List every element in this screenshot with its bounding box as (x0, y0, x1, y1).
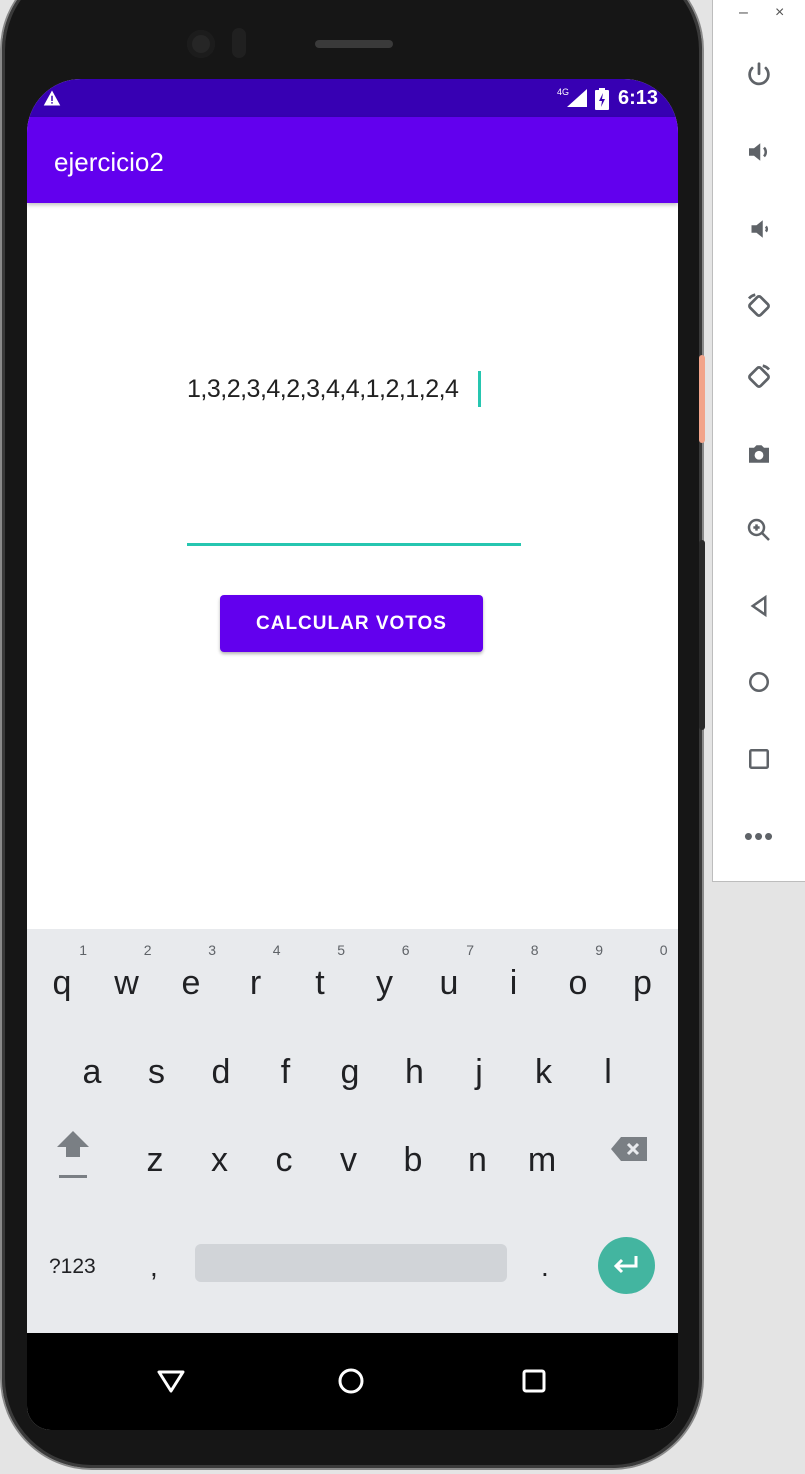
shift-icon (57, 1131, 89, 1178)
overview-icon[interactable] (739, 739, 779, 779)
navigation-bar (27, 1333, 678, 1430)
volume-up-icon[interactable] (739, 132, 779, 172)
soft-keyboard: 1q2w3e4r5t6y7u8i9o0p asdfghjkl zxcvbnm ?… (27, 929, 678, 1333)
key-n[interactable]: n (447, 1141, 509, 1180)
key-hint: 2 (143, 942, 152, 958)
result-input-underline[interactable] (187, 543, 521, 546)
key-f[interactable]: f (255, 1053, 317, 1092)
key-label: e (181, 964, 201, 1002)
close-button[interactable]: × (775, 4, 784, 22)
key-hint: 5 (337, 942, 345, 958)
key-m[interactable]: m (511, 1141, 573, 1180)
text-cursor (478, 371, 481, 407)
key-hint: 7 (466, 942, 474, 958)
symbols-key[interactable]: ?123 (49, 1255, 96, 1279)
enter-icon (613, 1255, 637, 1273)
zoom-icon[interactable] (739, 510, 779, 550)
key-label: w (114, 964, 139, 1002)
key-a[interactable]: a (61, 1053, 123, 1092)
key-g[interactable]: g (319, 1053, 381, 1092)
camera-icon[interactable] (739, 434, 779, 474)
key-label: u (439, 964, 459, 1002)
speaker-grille (315, 40, 393, 48)
app-bar: ejercicio2 (27, 117, 678, 203)
back-icon[interactable] (739, 586, 779, 626)
key-c[interactable]: c (253, 1141, 315, 1180)
key-k[interactable]: k (513, 1053, 575, 1092)
nav-back-icon[interactable] (149, 1359, 193, 1403)
key-hint: 9 (595, 942, 603, 958)
key-s[interactable]: s (126, 1053, 188, 1092)
comma-key[interactable]: , (150, 1251, 158, 1283)
volume-down-icon[interactable] (739, 209, 779, 249)
key-label: y (376, 964, 393, 1002)
power-icon[interactable] (739, 55, 779, 95)
key-r[interactable]: 4r (225, 942, 287, 1003)
key-t[interactable]: 5t (289, 942, 351, 1003)
key-i[interactable]: 8i (483, 942, 545, 1003)
key-hint: 1 (79, 942, 87, 958)
status-time: 6:13 (618, 87, 659, 109)
key-x[interactable]: x (189, 1141, 251, 1180)
backspace-key[interactable] (609, 1134, 649, 1164)
key-label: i (509, 964, 518, 1002)
votes-text-field[interactable]: 1,3,2,3,4,2,3,4,4,1,2,1,2,4 (187, 375, 459, 404)
warning-icon (43, 90, 61, 106)
minimize-button[interactable]: – (739, 4, 748, 22)
enter-key[interactable] (598, 1237, 655, 1294)
key-u[interactable]: 7u (418, 942, 480, 1003)
calculate-votes-button[interactable]: CALCULAR VOTOS (220, 595, 483, 652)
volume-side-button (699, 540, 705, 730)
key-label: t (315, 964, 325, 1002)
key-v[interactable]: v (318, 1141, 380, 1180)
key-z[interactable]: z (124, 1141, 186, 1180)
key-o[interactable]: 9o (547, 942, 609, 1003)
phone-frame: 4G 6:13 ejercicio2 1,3,2,3,4,2,3,4,4,1,2… (2, 0, 705, 1468)
key-y[interactable]: 6y (354, 942, 416, 1003)
status-bar: 4G 6:13 (27, 79, 678, 117)
sensor (232, 28, 246, 58)
space-key[interactable] (195, 1244, 507, 1282)
key-j[interactable]: j (448, 1053, 510, 1092)
key-b[interactable]: b (382, 1141, 444, 1180)
key-label: o (568, 964, 588, 1002)
key-p[interactable]: 0p (612, 942, 674, 1003)
key-label: q (52, 964, 72, 1002)
key-e[interactable]: 3e (160, 942, 222, 1003)
key-q[interactable]: 1q (31, 942, 93, 1003)
more-icon[interactable]: ••• (739, 816, 779, 856)
battery-icon (595, 88, 609, 110)
front-camera-icon (187, 30, 215, 58)
key-hint: 8 (530, 942, 539, 958)
key-d[interactable]: d (190, 1053, 252, 1092)
rotate-right-icon[interactable] (739, 357, 779, 397)
key-hint: 0 (659, 942, 668, 958)
key-hint: 6 (401, 942, 410, 958)
shift-key[interactable] (51, 1129, 95, 1189)
key-h[interactable]: h (384, 1053, 446, 1092)
period-key[interactable]: . (541, 1251, 549, 1283)
rotate-left-icon[interactable] (739, 286, 779, 326)
backspace-icon (611, 1137, 647, 1161)
key-hint: 3 (208, 942, 216, 958)
signal-icon (567, 89, 587, 107)
key-l[interactable]: l (577, 1053, 639, 1092)
phone-screen: 4G 6:13 ejercicio2 1,3,2,3,4,2,3,4,4,1,2… (27, 79, 678, 1430)
emulator-toolbar: – × ••• (712, 0, 805, 882)
nav-home-icon[interactable] (329, 1359, 373, 1403)
key-hint: 4 (272, 942, 281, 958)
key-w[interactable]: 2w (96, 942, 158, 1003)
key-label: r (249, 964, 262, 1002)
app-title: ejercicio2 (54, 147, 164, 177)
power-side-button (699, 355, 705, 443)
home-icon[interactable] (739, 662, 779, 702)
nav-overview-icon[interactable] (512, 1359, 556, 1403)
key-label: p (633, 964, 652, 1002)
